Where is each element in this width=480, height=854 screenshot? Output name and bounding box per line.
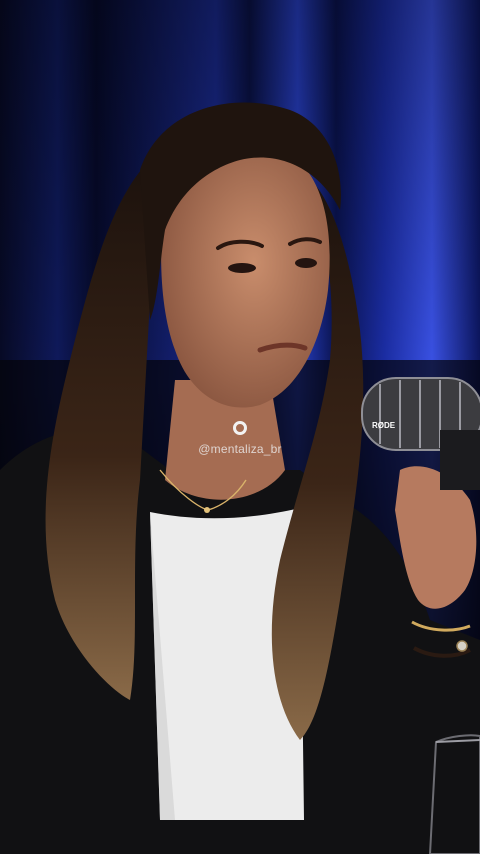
instagram-ring-icon	[233, 421, 247, 435]
watermark-handle: @mentaliza_br	[198, 442, 282, 456]
watermark: @mentaliza_br	[0, 421, 480, 465]
video-frame[interactable]: RØDE @mentaliza_br	[0, 0, 480, 854]
